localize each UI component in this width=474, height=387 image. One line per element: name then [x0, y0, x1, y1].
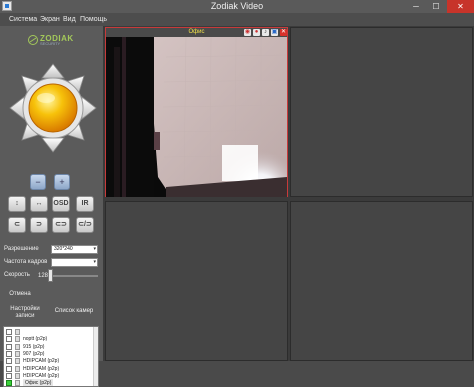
zoom-out-button[interactable]: −	[30, 174, 46, 190]
resolution-value: 320*240	[54, 246, 73, 252]
video-frame	[106, 37, 287, 197]
camera-list-item[interactable]: Офис (p2p)	[6, 379, 96, 387]
iris-close-button[interactable]: ⊂/⊃	[76, 217, 94, 233]
focus-near-button[interactable]: ⊂	[8, 217, 26, 233]
video-grid: Офис ◉ ● ♪ ▣ ✕	[103, 26, 474, 361]
camera-icon	[15, 380, 20, 386]
record-icon[interactable]: ●	[253, 29, 260, 36]
minimize-button[interactable]: ─	[406, 0, 426, 13]
video-cell-header: Офис ◉ ● ♪ ▣ ✕	[106, 28, 287, 37]
menu-view[interactable]: Вид	[63, 13, 76, 26]
close-button[interactable]: ✕	[447, 0, 474, 13]
video-cell-empty[interactable]	[290, 201, 473, 361]
cancel-link[interactable]: Отмена	[8, 291, 32, 298]
camera-icon	[15, 365, 20, 372]
camera-checkbox[interactable]	[6, 350, 12, 357]
logo-subtitle: SECURITY	[40, 41, 61, 46]
framerate-select[interactable]: ▾	[51, 258, 98, 267]
chevron-down-icon: ▾	[93, 246, 96, 252]
camera-checkbox[interactable]	[6, 336, 12, 343]
logo-mark-icon	[28, 35, 38, 45]
resolution-select[interactable]: 320*240 ▾	[51, 245, 98, 254]
camera-list[interactable]: noptt (p2p) 915 (p2p) 907 (p2p) HDIPCAM (p2…	[3, 326, 99, 387]
camera-checkbox[interactable]	[6, 380, 12, 386]
ptz-joystick[interactable]	[8, 62, 98, 154]
maximize-button[interactable]: ☐	[426, 0, 446, 13]
video-cell-active[interactable]: Офис ◉ ● ♪ ▣ ✕	[105, 27, 288, 197]
focus-far-button[interactable]: ⊃	[30, 217, 48, 233]
framerate-label: Частота кадров	[4, 259, 48, 265]
speed-slider-track[interactable]	[52, 275, 98, 277]
camera-icon	[15, 336, 20, 343]
camera-checkbox[interactable]	[6, 343, 12, 350]
zodiak-logo: ZODIAK SECURITY	[28, 34, 88, 46]
menu-system[interactable]: Система	[9, 13, 37, 26]
control-panel: ZODIAK SECURITY − + ↕ ↔ OSD IR ⊂ ⊃ ⊂⊃ ⊂/…	[0, 26, 103, 387]
camera-icon	[15, 372, 20, 379]
resolution-label: Разрешение	[4, 246, 39, 252]
record-settings-link[interactable]: Настройки записи	[3, 306, 47, 320]
camera-checkbox[interactable]	[6, 365, 12, 372]
speed-slider-handle[interactable]	[48, 269, 53, 282]
speed-label: Скорость	[4, 272, 30, 278]
window-title: Zodiak Video	[210, 1, 264, 11]
title-bar[interactable]: Zodiak Video ─ ☐ ✕	[0, 0, 474, 13]
camera-checkbox[interactable]	[6, 372, 12, 379]
speed-value: 128	[38, 273, 49, 279]
snapshot-icon[interactable]: ◉	[244, 29, 251, 36]
camera-icon	[15, 343, 20, 350]
camera-icon	[15, 350, 20, 357]
flip-horizontal-button[interactable]: ↔	[30, 196, 48, 212]
camera-icon	[15, 358, 20, 365]
menu-screen[interactable]: Экран	[40, 13, 60, 26]
camera-name: Офис (p2p)	[23, 379, 54, 387]
chevron-down-icon: ▾	[93, 259, 96, 265]
app-window: Zodiak Video ─ ☐ ✕ Система Экран Вид Пом…	[0, 0, 474, 387]
camera-checkbox[interactable]	[6, 358, 12, 365]
ptz-pad-icon	[9, 63, 97, 153]
camera-list-link[interactable]: Список камер	[50, 308, 98, 315]
menu-help[interactable]: Помощь	[80, 13, 107, 26]
ir-button[interactable]: IR	[76, 196, 94, 212]
audio-icon[interactable]: ♪	[262, 29, 269, 36]
iris-open-button[interactable]: ⊂⊃	[52, 217, 70, 233]
close-icon[interactable]: ✕	[280, 29, 287, 36]
osd-button[interactable]: OSD	[52, 196, 70, 212]
settings-icon[interactable]: ▣	[271, 29, 278, 36]
video-cell-empty[interactable]	[290, 27, 473, 197]
flip-vertical-button[interactable]: ↕	[8, 196, 26, 212]
camera-icon	[15, 329, 20, 335]
menu-bar: Система Экран Вид Помощь	[0, 13, 474, 26]
zoom-in-button[interactable]: +	[54, 174, 70, 190]
video-cell-empty[interactable]	[105, 201, 288, 361]
camera-checkbox[interactable]	[6, 329, 12, 335]
